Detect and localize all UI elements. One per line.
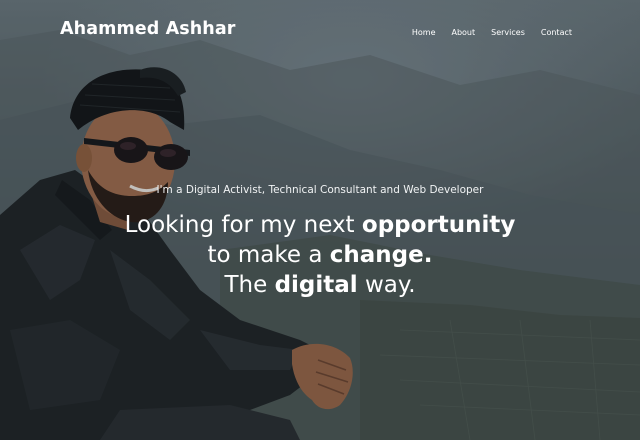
headline-emphasis-digital: digital (274, 272, 358, 298)
nav-menu: Home About Services Contact (396, 20, 572, 39)
headline-line-3: The digital way. (0, 270, 640, 300)
headline-line-2: to make a change. (0, 240, 640, 270)
headline-line-1: Looking for my next opportunity (0, 210, 640, 240)
top-navbar: Ahammed Ashhar Home About Services Conta… (0, 0, 640, 58)
headline-line-1-text: Looking for my next (124, 212, 362, 238)
nav-link-services[interactable]: Services (491, 28, 525, 37)
hero-section: Ahammed Ashhar Home About Services Conta… (0, 0, 640, 440)
nav-link-home[interactable]: Home (412, 28, 436, 37)
nav-item-services: Services (491, 20, 525, 39)
nav-link-contact[interactable]: Contact (541, 28, 572, 37)
brand-logo-link[interactable]: Ahammed Ashhar (60, 19, 236, 39)
hero-headline: Looking for my next opportunity to make … (0, 210, 640, 300)
nav-item-contact: Contact (541, 20, 572, 39)
nav-item-home: Home (412, 20, 436, 39)
headline-emphasis-change: change. (329, 242, 433, 268)
nav-link-about[interactable]: About (451, 28, 475, 37)
headline-line-2-text: to make a (207, 242, 330, 268)
headline-emphasis-opportunity: opportunity (361, 212, 516, 238)
headline-line-3-text: The (224, 272, 275, 298)
headline-line-3-end: way. (357, 272, 416, 298)
hero-intro-text: I'm a Digital Activist, Technical Consul… (156, 184, 484, 196)
nav-item-about: About (451, 20, 475, 39)
